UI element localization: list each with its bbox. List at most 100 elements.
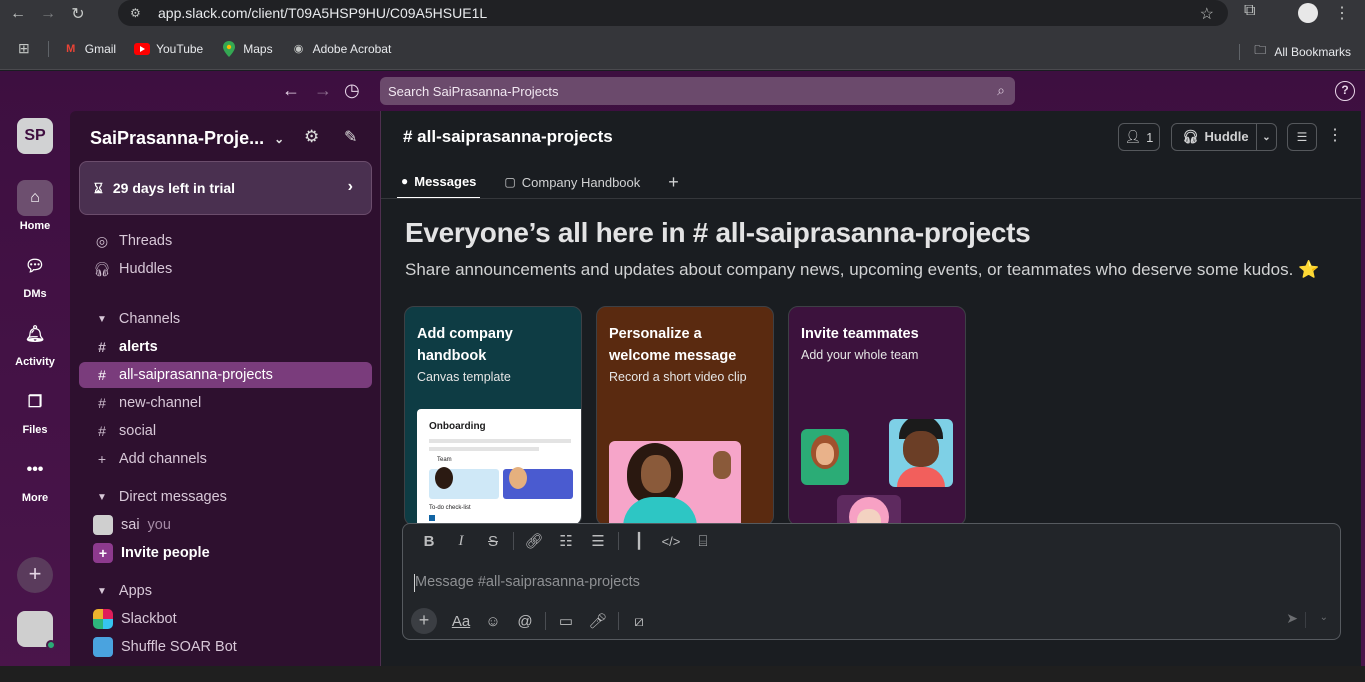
strikethrough-icon[interactable]: S bbox=[477, 533, 509, 550]
compose-icon[interactable]: ✎ bbox=[344, 127, 357, 147]
mention-icon[interactable]: @ bbox=[509, 613, 541, 630]
dm-section-header[interactable]: ▼ Direct messages bbox=[79, 484, 372, 510]
card-welcome-message[interactable]: Personalize a welcome message Record a s… bbox=[596, 306, 774, 526]
card-add-handbook[interactable]: Add company handbook Canvas template Onb… bbox=[404, 306, 582, 526]
text-format-icon[interactable]: Aa bbox=[445, 613, 477, 630]
search-input[interactable]: Search SaiPrasanna-Projects ⌕ bbox=[380, 77, 1015, 105]
apps-section-header[interactable]: ▼ Apps bbox=[79, 578, 372, 604]
sidebar-channel-all-saiprasanna-projects[interactable]: # all-saiprasanna-projects bbox=[79, 362, 372, 388]
all-bookmarks[interactable]: 🗀 All Bookmarks bbox=[1239, 41, 1351, 62]
tab-messages[interactable]: ● Messages bbox=[397, 165, 481, 199]
channel-label: social bbox=[119, 423, 157, 439]
forward-icon[interactable]: → bbox=[36, 2, 60, 26]
site-settings-icon[interactable]: ⚙ bbox=[130, 6, 148, 20]
italic-icon[interactable]: I bbox=[445, 533, 477, 550]
add-channels-label: Add channels bbox=[119, 451, 207, 467]
slash-command-icon[interactable]: ⧄ bbox=[623, 613, 655, 630]
history-clock-icon[interactable]: ◷ bbox=[344, 80, 360, 101]
profile-avatar[interactable] bbox=[1298, 3, 1318, 23]
rail-dms[interactable]: 💬︎ DMs bbox=[0, 248, 70, 300]
add-tab-button[interactable]: + bbox=[664, 165, 683, 199]
apps-grid-icon[interactable]: ⊞ bbox=[18, 40, 30, 57]
history-forward-icon[interactable]: → bbox=[314, 80, 332, 101]
bookmark-gmail[interactable]: M Gmail bbox=[63, 41, 116, 57]
bookmarks-bar: ⊞ M Gmail YouTube Maps ◉ Adobe Acrobat 🗀… bbox=[0, 28, 1365, 70]
sidebar-channel-alerts[interactable]: # alerts bbox=[79, 334, 372, 360]
add-workspace-button[interactable]: + bbox=[17, 557, 53, 593]
kebab-menu-icon[interactable]: ⋮ bbox=[1327, 123, 1343, 151]
rail-files[interactable]: ❐ Files bbox=[0, 384, 70, 436]
bookmark-maps[interactable]: Maps bbox=[221, 40, 273, 57]
workspace-avatar[interactable]: SP bbox=[17, 118, 53, 154]
code-block-icon[interactable]: ⌸ bbox=[687, 533, 719, 550]
divider bbox=[618, 612, 619, 630]
channel-title[interactable]: # all-saiprasanna-projects bbox=[403, 127, 613, 147]
rail-activity[interactable]: 🔔︎ Activity bbox=[0, 316, 70, 368]
address-bar[interactable]: ⚙ app.slack.com/client/T09A5HSP9HU/C09A5… bbox=[118, 0, 1228, 26]
blockquote-icon[interactable]: ┃ bbox=[623, 532, 655, 550]
huddle-button[interactable]: 🎧︎ Huddle ⌄ bbox=[1171, 123, 1277, 151]
youtube-icon bbox=[134, 41, 151, 57]
dm-user-label: sai bbox=[121, 517, 140, 533]
person-icon: 👤︎ bbox=[1124, 129, 1142, 144]
bookmark-star-icon[interactable]: ☆ bbox=[1200, 4, 1214, 24]
sidebar-item-huddles[interactable]: 🎧︎ Huddles bbox=[79, 256, 372, 282]
link-icon[interactable]: 🔗︎ bbox=[518, 532, 550, 550]
user-avatar[interactable] bbox=[17, 611, 56, 650]
add-channels-button[interactable]: + Add channels bbox=[79, 446, 372, 472]
emoji-icon[interactable]: ☺ bbox=[477, 613, 509, 630]
bookmark-acrobat[interactable]: ◉ Adobe Acrobat bbox=[291, 41, 392, 57]
extensions-icon[interactable]: ⧉ bbox=[1244, 2, 1255, 20]
tab-company-handbook[interactable]: ▢ Company Handbook bbox=[500, 165, 644, 199]
bookmark-label: Maps bbox=[243, 41, 273, 56]
tab-label: Company Handbook bbox=[521, 174, 641, 190]
url-text[interactable]: app.slack.com/client/T09A5HSP9HU/C09A5HS… bbox=[158, 5, 487, 21]
gmail-icon: M bbox=[66, 42, 76, 55]
reload-icon[interactable]: ↻ bbox=[66, 2, 90, 26]
video-icon[interactable]: ▭ bbox=[550, 612, 582, 630]
dms-icon: 💬︎ bbox=[24, 258, 46, 275]
section-label: Apps bbox=[118, 583, 152, 599]
app-item-slackbot[interactable]: Slackbot bbox=[79, 606, 372, 632]
workspace-name[interactable]: SaiPrasanna-Proje... ⌄ bbox=[90, 128, 284, 149]
rail-label: DMs bbox=[23, 288, 47, 300]
dm-item-sai[interactable]: sai you bbox=[79, 512, 372, 538]
canvas-list-icon[interactable]: ☰ bbox=[1287, 123, 1317, 151]
help-icon[interactable]: ? bbox=[1335, 81, 1355, 101]
bookmarks-divider bbox=[47, 40, 49, 57]
preview-person-icon bbox=[509, 467, 527, 489]
channels-section-header[interactable]: ▼ Channels bbox=[79, 306, 372, 332]
channel-tabs: ● Messages ▢ Company Handbook + bbox=[397, 165, 703, 199]
card-subtitle: Add your whole team bbox=[801, 348, 919, 362]
channel-label: all-saiprasanna-projects bbox=[119, 367, 273, 383]
card-invite-teammates[interactable]: Invite teammates Add your whole team bbox=[788, 306, 966, 526]
ordered-list-icon[interactable]: ☷ bbox=[550, 532, 582, 550]
chevron-down-icon[interactable]: ⌄ bbox=[1256, 124, 1276, 150]
attach-plus-icon[interactable]: + bbox=[411, 608, 437, 634]
rail-label: Activity bbox=[15, 356, 55, 368]
send-icon[interactable]: ➤ bbox=[1286, 610, 1298, 627]
sidebar-channel-social[interactable]: # social bbox=[79, 418, 372, 444]
bookmark-youtube[interactable]: YouTube bbox=[134, 41, 203, 57]
browser-menu-icon[interactable]: ⋮ bbox=[1334, 3, 1350, 23]
gear-icon[interactable]: ⚙ bbox=[304, 127, 319, 147]
chevron-down-icon[interactable]: ⌄ bbox=[1320, 612, 1328, 623]
bulleted-list-icon[interactable]: ☰ bbox=[582, 532, 614, 550]
message-input[interactable]: Message #all-saiprasanna-projects bbox=[414, 574, 640, 592]
code-icon[interactable]: </> bbox=[655, 534, 687, 549]
section-label: Channels bbox=[118, 311, 181, 327]
rail-home[interactable]: ⌂ Home bbox=[0, 180, 70, 232]
sidebar-item-threads[interactable]: ◎ Threads bbox=[79, 228, 372, 254]
app-item-shuffle[interactable]: Shuffle SOAR Bot bbox=[79, 634, 372, 660]
invite-people-button[interactable]: + Invite people bbox=[79, 540, 372, 566]
history-back-icon[interactable]: ← bbox=[282, 80, 300, 101]
headphones-icon: 🎧︎ bbox=[1182, 129, 1199, 144]
back-icon[interactable]: ← bbox=[6, 2, 30, 26]
bold-icon[interactable]: B bbox=[413, 533, 445, 550]
microphone-icon[interactable]: 🎤︎ bbox=[582, 612, 614, 630]
members-button[interactable]: 👤︎ 1 bbox=[1118, 123, 1160, 151]
slackbot-icon bbox=[93, 609, 113, 629]
trial-banner[interactable]: ⌛︎ 29 days left in trial › bbox=[79, 161, 372, 215]
sidebar-channel-new-channel[interactable]: # new-channel bbox=[79, 390, 372, 416]
rail-more[interactable]: ••• More bbox=[0, 452, 70, 504]
